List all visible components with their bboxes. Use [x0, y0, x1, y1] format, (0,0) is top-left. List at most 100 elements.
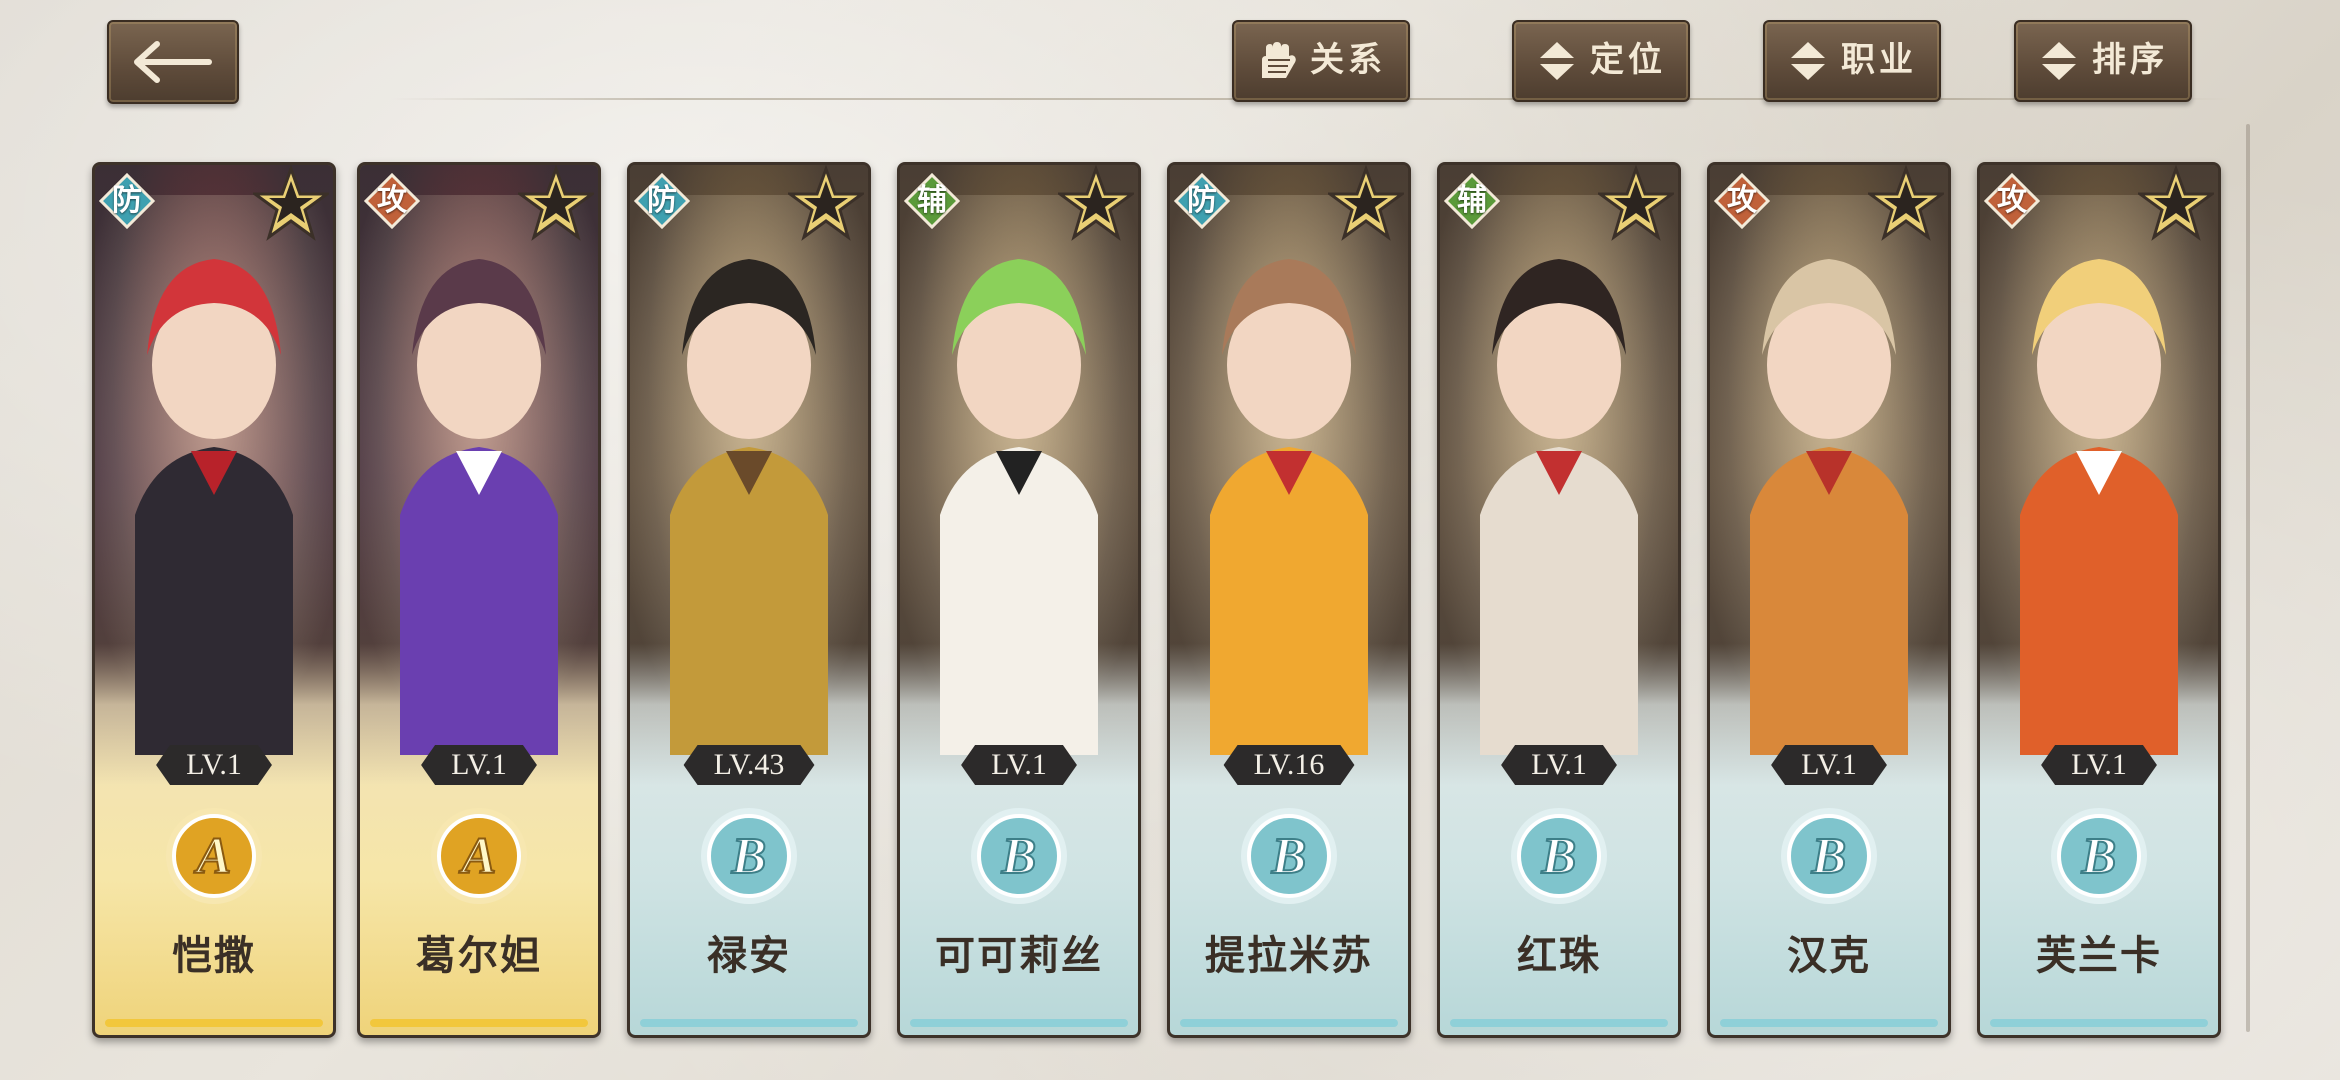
- rank-letter: B: [1271, 828, 1307, 885]
- character-portrait-area: [630, 165, 868, 785]
- role-badge: 辅: [903, 172, 961, 230]
- rank-medal-icon: B: [971, 808, 1067, 904]
- role-label: 辅: [1457, 184, 1487, 217]
- rank-medal-icon: B: [1511, 808, 1607, 904]
- character-card[interactable]: 辅 LV.1 B 红珠: [1437, 162, 1681, 1038]
- class-filter-button[interactable]: 职业: [1763, 20, 1941, 102]
- relationship-filter-label: 关系: [1310, 42, 1386, 79]
- level-badge: LV.43: [684, 745, 815, 785]
- relationship-filter-button[interactable]: 关系: [1232, 20, 1410, 102]
- level-badge: LV.1: [421, 745, 537, 785]
- sort-button[interactable]: 排序: [2014, 20, 2192, 102]
- character-name: 芙兰卡: [2036, 933, 2162, 978]
- rank-letter: A: [194, 828, 232, 885]
- role-label: 攻: [377, 184, 407, 217]
- character-card[interactable]: 攻 LV.1 B 汉克: [1707, 162, 1951, 1038]
- position-filter-button[interactable]: 定位: [1512, 20, 1690, 102]
- back-button[interactable]: [107, 20, 239, 104]
- character-name: 红珠: [1517, 933, 1601, 978]
- character-portrait-area: [1440, 165, 1678, 785]
- character-portrait: [1710, 195, 1948, 755]
- star-icon: [1868, 165, 1944, 241]
- star-icon: [518, 165, 594, 241]
- glove-icon: [1262, 42, 1296, 78]
- character-portrait: [1440, 195, 1678, 755]
- character-card[interactable]: 防 LV.1 A 恺撒: [92, 162, 336, 1038]
- role-label: 辅: [917, 184, 947, 217]
- character-portrait-area: [900, 165, 1138, 785]
- role-label: 攻: [1727, 184, 1757, 217]
- level-badge: LV.1: [1501, 745, 1617, 785]
- star-icon: [788, 165, 864, 241]
- rank-letter: B: [731, 828, 767, 885]
- character-portrait-area: [1710, 165, 1948, 785]
- character-portrait-area: [360, 165, 598, 785]
- level-badge: LV.1: [961, 745, 1077, 785]
- character-card[interactable]: 防 LV.16 B 提拉米苏: [1167, 162, 1411, 1038]
- star-icon: [1598, 165, 1674, 241]
- rank-letter: B: [2081, 828, 2117, 885]
- rank-medal-icon: A: [431, 808, 527, 904]
- card-bottom-bar: [1720, 1019, 1938, 1027]
- character-portrait: [1170, 195, 1408, 755]
- role-badge: 防: [1173, 172, 1231, 230]
- role-label: 防: [112, 184, 142, 217]
- rank-letter: A: [459, 828, 497, 885]
- star-icon: [2138, 165, 2214, 241]
- sort-arrows-icon: [1791, 42, 1825, 80]
- role-badge: 攻: [1713, 172, 1771, 230]
- character-portrait-area: [1170, 165, 1408, 785]
- star-icon: [1328, 165, 1404, 241]
- star-icon: [1058, 165, 1134, 241]
- role-label: 防: [1187, 184, 1217, 217]
- role-label: 防: [647, 184, 677, 217]
- level-badge: LV.1: [156, 745, 272, 785]
- card-bottom-bar: [910, 1019, 1128, 1027]
- character-portrait: [1980, 195, 2218, 755]
- level-badge: LV.1: [2041, 745, 2157, 785]
- character-name: 禄安: [707, 933, 791, 978]
- star-icon: [253, 165, 329, 241]
- level-badge: LV.16: [1224, 745, 1355, 785]
- rank-medal-icon: A: [166, 808, 262, 904]
- role-badge: 攻: [1983, 172, 2041, 230]
- character-portrait: [630, 195, 868, 755]
- rank-medal-icon: B: [1781, 808, 1877, 904]
- role-badge: 攻: [363, 172, 421, 230]
- card-bottom-bar: [640, 1019, 858, 1027]
- character-name: 恺撒: [172, 933, 256, 978]
- role-label: 攻: [1997, 184, 2027, 217]
- rank-letter: B: [1811, 828, 1847, 885]
- character-portrait: [900, 195, 1138, 755]
- back-arrow-icon: [134, 41, 212, 83]
- role-badge: 防: [98, 172, 156, 230]
- role-badge: 辅: [1443, 172, 1501, 230]
- character-name: 汉克: [1787, 933, 1871, 978]
- card-bottom-bar: [1450, 1019, 1668, 1027]
- character-card[interactable]: 辅 LV.1 B 可可莉丝: [897, 162, 1141, 1038]
- character-name: 可可莉丝: [935, 933, 1103, 978]
- card-bottom-bar: [105, 1019, 323, 1027]
- role-badge: 防: [633, 172, 691, 230]
- rank-letter: B: [1001, 828, 1037, 885]
- card-bottom-bar: [370, 1019, 588, 1027]
- sort-label: 排序: [2092, 42, 2168, 79]
- rank-letter: B: [1541, 828, 1577, 885]
- level-badge: LV.1: [1771, 745, 1887, 785]
- character-name: 提拉米苏: [1205, 933, 1373, 978]
- sort-arrows-icon: [2042, 42, 2076, 80]
- character-card[interactable]: 攻 LV.1 A 葛尔妲: [357, 162, 601, 1038]
- character-portrait: [95, 195, 333, 755]
- rank-medal-icon: B: [2051, 808, 2147, 904]
- card-bottom-bar: [1990, 1019, 2208, 1027]
- sort-arrows-icon: [1540, 42, 1574, 80]
- character-card[interactable]: 防 LV.43 B 禄安: [627, 162, 871, 1038]
- card-bottom-bar: [1180, 1019, 1398, 1027]
- character-portrait: [360, 195, 598, 755]
- character-card[interactable]: 攻 LV.1 B 芙兰卡: [1977, 162, 2221, 1038]
- rank-medal-icon: B: [1241, 808, 1337, 904]
- character-name: 葛尔妲: [416, 933, 542, 978]
- class-filter-label: 职业: [1841, 42, 1917, 79]
- character-portrait-area: [95, 165, 333, 785]
- scrollbar[interactable]: [2246, 124, 2250, 1032]
